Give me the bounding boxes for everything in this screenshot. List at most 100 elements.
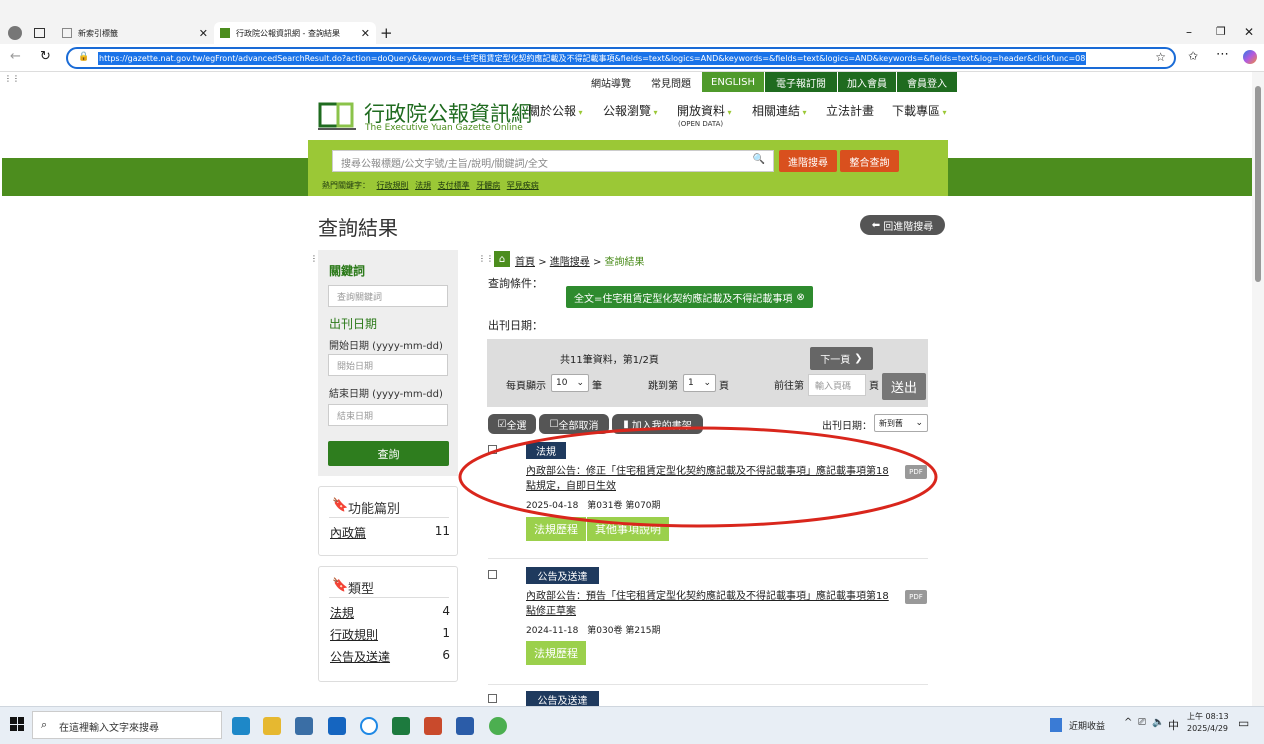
excel-icon[interactable] bbox=[392, 717, 410, 735]
internet-explorer-icon[interactable] bbox=[360, 717, 378, 735]
per-page-select[interactable]: 10 ⌄ bbox=[551, 374, 589, 392]
news-widget-icon[interactable] bbox=[1050, 718, 1062, 732]
site-logo-icon[interactable] bbox=[318, 100, 358, 132]
jump-page-select[interactable]: 1 ⌄ bbox=[683, 374, 716, 392]
scrollbar-thumb[interactable] bbox=[1255, 86, 1261, 282]
hot-keyword-link[interactable]: 牙體病 bbox=[476, 181, 500, 190]
start-date-input[interactable]: 開始日期 bbox=[328, 354, 448, 376]
type-label: 法規 bbox=[330, 606, 355, 620]
type-item[interactable]: 法規 4 bbox=[330, 604, 450, 621]
menu-links[interactable]: 相關連結 ▾ bbox=[752, 102, 807, 119]
tab-actions-icon[interactable] bbox=[34, 28, 45, 38]
news-widget-label[interactable]: 近期收益 bbox=[1069, 719, 1105, 732]
close-icon[interactable]: ✕ bbox=[199, 27, 208, 40]
clock-time[interactable]: 上午 08:13 bbox=[1187, 711, 1229, 722]
grip-icon: ⋮⋮ bbox=[478, 254, 494, 263]
word-icon[interactable] bbox=[456, 717, 474, 735]
nav-newsletter[interactable]: 電子報訂閱 bbox=[765, 72, 837, 92]
function-category-item[interactable]: 內政篇 11 bbox=[330, 524, 450, 541]
tab-new-label: 新索引標籤 bbox=[78, 28, 118, 38]
clock-date[interactable]: 2025/4/29 bbox=[1187, 724, 1228, 733]
breadcrumb-home[interactable]: 首頁 bbox=[515, 257, 535, 268]
network-icon[interactable]: ⎚ bbox=[1138, 717, 1146, 728]
file-explorer-icon[interactable] bbox=[263, 717, 281, 735]
search-panel: 搜尋公報標題/公文字號/主旨/說明/關鍵詞/全文 🔍 進階搜尋 整合查詢 熱門關… bbox=[308, 140, 948, 196]
taskbar: ⌕ 在這裡輸入文字來搜尋 近期收益 ^ ⎚ 🔈 中 上午 08:13 2025/… bbox=[0, 706, 1264, 744]
taskbar-search[interactable]: ⌕ 在這裡輸入文字來搜尋 bbox=[32, 711, 222, 739]
refresh-icon[interactable]: ↻ bbox=[40, 49, 51, 64]
result-title-link[interactable]: 內政部公告：預告「住宅租賃定型化契約應記載及不得記載事項」應記載事項第18點修正… bbox=[526, 589, 896, 619]
chevron-down-icon: ⌄ bbox=[576, 378, 584, 388]
remove-condition-icon[interactable]: ⊗ bbox=[796, 292, 804, 303]
pdf-download-button[interactable]: PDF bbox=[905, 590, 927, 604]
hot-keyword-link[interactable]: 罕見疾病 bbox=[507, 181, 539, 190]
back-icon[interactable]: ← bbox=[10, 49, 21, 64]
favorites-icon[interactable]: ✩ bbox=[1188, 49, 1198, 63]
result-checkbox[interactable] bbox=[488, 694, 497, 703]
keyword-placeholder: 查詢關鍵詞 bbox=[337, 293, 383, 303]
nav-english[interactable]: ENGLISH bbox=[702, 72, 764, 92]
notification-icon[interactable]: ▭ bbox=[1238, 716, 1249, 730]
tab-new[interactable]: 新索引標籤 ✕ bbox=[56, 22, 214, 44]
start-icon[interactable] bbox=[10, 717, 24, 731]
hot-keyword-link[interactable]: 支付標準 bbox=[438, 181, 470, 190]
integrated-query-button[interactable]: 整合查詢 bbox=[840, 150, 899, 172]
result-checkbox[interactable] bbox=[488, 570, 497, 579]
favorite-star-icon[interactable]: ☆ bbox=[1155, 50, 1166, 64]
page-icon bbox=[62, 28, 72, 38]
profile-icon[interactable] bbox=[8, 26, 22, 40]
copilot-icon[interactable] bbox=[1243, 50, 1257, 64]
goto-placeholder: 輸入頁碼 bbox=[815, 382, 852, 392]
advanced-search-button[interactable]: 進階搜尋 bbox=[779, 150, 837, 172]
page-scrollbar[interactable] bbox=[1252, 72, 1264, 706]
menu-browse[interactable]: 公報瀏覽 ▾ bbox=[603, 102, 658, 119]
tray-chevron-icon[interactable]: ^ bbox=[1124, 717, 1132, 728]
type-item[interactable]: 公告及送達 6 bbox=[330, 648, 450, 665]
store-icon[interactable] bbox=[295, 717, 313, 735]
chrome-icon[interactable] bbox=[489, 717, 507, 735]
type-item[interactable]: 行政規則 1 bbox=[330, 626, 450, 643]
ime-indicator[interactable]: 中 bbox=[1168, 717, 1179, 733]
nav-login[interactable]: 會員登入 bbox=[897, 72, 957, 92]
type-heading: 類型 bbox=[348, 582, 375, 597]
site-search-input[interactable]: 搜尋公報標題/公文字號/主旨/說明/關鍵詞/全文 🔍 bbox=[332, 150, 774, 172]
goto-submit-button[interactable]: 送出 bbox=[882, 373, 926, 400]
condition-chip[interactable]: 全文=住宅租賃定型化契約應記載及不得記載事項 ⊗ bbox=[566, 286, 813, 308]
tab-gazette[interactable]: 行政院公報資訊網 - 查詢結果 ✕ bbox=[214, 22, 376, 44]
powerpoint-icon[interactable] bbox=[424, 717, 442, 735]
back-to-advanced-button[interactable]: ⬅ 回進階搜尋 bbox=[860, 215, 945, 235]
nav-sitemap[interactable]: 網站導覽 bbox=[586, 72, 636, 92]
end-date-input[interactable]: 結束日期 bbox=[328, 404, 448, 426]
menu-about[interactable]: 關於公報 ▾ bbox=[528, 102, 583, 119]
more-icon[interactable]: ⋯ bbox=[1216, 47, 1229, 62]
goto-page-input[interactable]: 輸入頁碼 bbox=[808, 374, 866, 396]
volume-icon[interactable]: 🔈 bbox=[1152, 717, 1164, 728]
type-label: 行政規則 bbox=[330, 628, 379, 642]
menu-opendata[interactable]: 開放資料 ▾ bbox=[677, 102, 732, 119]
type-count: 4 bbox=[442, 604, 450, 618]
hot-keyword-link[interactable]: 行政規則 bbox=[377, 181, 409, 190]
minimize-icon[interactable]: – bbox=[1186, 25, 1192, 39]
regulation-history-button[interactable]: 法規歷程 bbox=[526, 641, 586, 665]
breadcrumb-advanced[interactable]: 進階搜尋 bbox=[550, 257, 590, 268]
new-tab-icon[interactable]: + bbox=[380, 24, 393, 42]
window-top-strip bbox=[0, 0, 1264, 22]
query-button[interactable]: 查詢 bbox=[328, 441, 449, 466]
nav-faq[interactable]: 常見問題 bbox=[646, 72, 696, 92]
restore-icon[interactable]: ❐ bbox=[1216, 25, 1226, 38]
search-icon[interactable]: 🔍 bbox=[753, 154, 765, 165]
keyword-input[interactable]: 查詢關鍵詞 bbox=[328, 285, 448, 307]
next-page-button[interactable]: 下一頁 ❯ bbox=[810, 347, 873, 370]
outlook-icon[interactable] bbox=[328, 717, 346, 735]
page-title: 查詢結果 bbox=[318, 216, 398, 240]
per-page-value: 10 bbox=[556, 378, 568, 388]
menu-download[interactable]: 下載專區 ▾ bbox=[892, 102, 947, 119]
home-icon[interactable]: ⌂ bbox=[494, 251, 510, 267]
edge-icon[interactable] bbox=[232, 717, 250, 735]
close-icon[interactable]: ✕ bbox=[361, 27, 370, 40]
hot-keyword-link[interactable]: 法規 bbox=[415, 181, 431, 190]
nav-join[interactable]: 加入會員 bbox=[838, 72, 896, 92]
close-window-icon[interactable]: ✕ bbox=[1244, 25, 1254, 39]
menu-legislation[interactable]: 立法計畫 bbox=[826, 102, 874, 119]
url-field[interactable]: 🔒 https://gazette.nat.gov.tw/egFront/adv… bbox=[66, 47, 1176, 69]
